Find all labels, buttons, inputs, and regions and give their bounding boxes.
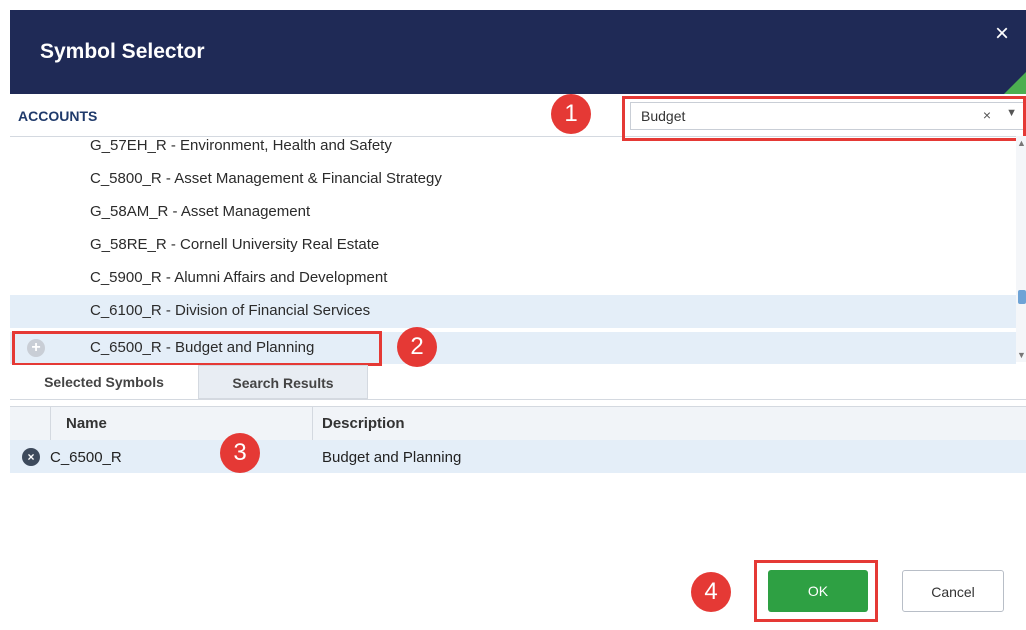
column-divider bbox=[312, 407, 313, 441]
column-divider bbox=[50, 407, 51, 441]
cell-name: C_6500_R bbox=[50, 449, 122, 466]
corner-accent bbox=[1004, 72, 1026, 94]
symbol-tabs: Selected Symbols Search Results bbox=[10, 365, 1026, 400]
list-item[interactable]: G_58RE_R - Cornell University Real Estat… bbox=[10, 229, 1016, 262]
remove-icon[interactable]: × bbox=[22, 448, 40, 466]
list-item-label: C_5900_R - Alumni Affairs and Developmen… bbox=[90, 269, 388, 286]
tab-search-results[interactable]: Search Results bbox=[198, 365, 368, 399]
close-icon[interactable]: × bbox=[992, 22, 1012, 46]
list-item-label: G_58RE_R - Cornell University Real Estat… bbox=[90, 236, 380, 253]
table-row[interactable]: × C_6500_R Budget and Planning bbox=[10, 440, 1026, 473]
list-scrollbar[interactable]: ▲ ▼ bbox=[1016, 136, 1026, 362]
list-item[interactable]: C_5900_R - Alumni Affairs and Developmen… bbox=[10, 262, 1016, 295]
list-item[interactable]: C_5800_R - Asset Management & Financial … bbox=[10, 163, 1016, 196]
list-item-label: C_6100_R - Division of Financial Service… bbox=[90, 302, 371, 319]
tab-selected-symbols[interactable]: Selected Symbols bbox=[10, 365, 198, 399]
annotation-box-ok bbox=[754, 560, 878, 622]
column-header-description[interactable]: Description bbox=[322, 415, 405, 432]
annotation-badge-1: 1 bbox=[551, 94, 591, 134]
annotation-box-list-item bbox=[12, 331, 382, 366]
chevron-up-icon[interactable]: ▲ bbox=[1017, 138, 1026, 148]
annotation-badge-2: 2 bbox=[397, 327, 437, 367]
annotation-box-search bbox=[622, 96, 1026, 141]
accounts-list: G_57EH_R - Environment, Health and Safet… bbox=[10, 136, 1016, 364]
dialog-header: Symbol Selector × bbox=[10, 10, 1026, 94]
list-item[interactable]: G_58AM_R - Asset Management bbox=[10, 196, 1016, 229]
accounts-label: ACCOUNTS bbox=[18, 108, 98, 124]
chevron-down-icon[interactable]: ▼ bbox=[1017, 350, 1026, 360]
list-item[interactable]: C_6100_R - Division of Financial Service… bbox=[10, 295, 1016, 328]
column-header-name[interactable]: Name bbox=[66, 415, 107, 432]
list-item-label: G_57EH_R - Environment, Health and Safet… bbox=[90, 137, 392, 154]
list-item[interactable]: G_57EH_R - Environment, Health and Safet… bbox=[10, 136, 1016, 163]
annotation-badge-3: 3 bbox=[220, 433, 260, 473]
list-item-label: G_58AM_R - Asset Management bbox=[90, 203, 311, 220]
annotation-badge-4: 4 bbox=[691, 572, 731, 612]
scrollbar-thumb[interactable] bbox=[1018, 290, 1026, 304]
cell-description: Budget and Planning bbox=[322, 449, 462, 466]
dialog-title: Symbol Selector bbox=[40, 40, 205, 63]
cancel-button[interactable]: Cancel bbox=[902, 570, 1004, 612]
list-item-label: C_5800_R - Asset Management & Financial … bbox=[90, 170, 442, 187]
table-header: Name Description bbox=[10, 406, 1026, 442]
